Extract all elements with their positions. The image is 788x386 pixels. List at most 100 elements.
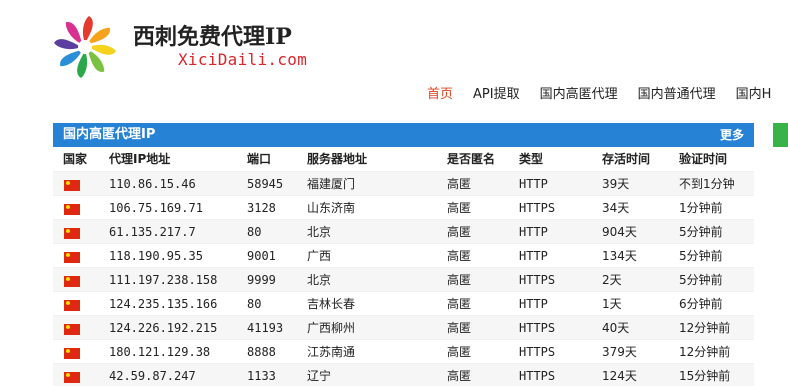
alive-cell: 134天 [602, 249, 637, 263]
anon-cell: 高匿 [447, 297, 472, 311]
site-logo-icon[interactable] [52, 14, 118, 80]
side-panel-edge [773, 123, 788, 147]
anon-cell: 高匿 [447, 273, 472, 287]
country-cell [53, 220, 109, 243]
port-cell: 58945 [247, 177, 284, 191]
ip-cell: 124.235.135.166 [109, 297, 218, 311]
verified-cell: 15分钟前 [679, 369, 731, 383]
alive-cell: 1天 [602, 297, 622, 311]
more-link[interactable]: 更多 [720, 123, 744, 147]
type-cell: HTTPS [519, 345, 556, 359]
ip-cell: 111.197.238.158 [109, 273, 218, 287]
ip-cell: 110.86.15.46 [109, 177, 196, 191]
country-cell [53, 244, 109, 267]
port-cell: 80 [247, 297, 262, 311]
panel-title: 国内高匿代理IP [63, 127, 156, 142]
location-cell: 北京 [307, 273, 332, 287]
site-title: 西刺免费代理IP [133, 24, 292, 50]
table-row: 124.226.192.215 41193 广西柳州 高匿 HTTPS 40天 12分钟前 [53, 315, 754, 339]
verified-cell: 12分钟前 [679, 345, 731, 359]
cn-flag-icon [64, 348, 80, 359]
verified-cell: 1分钟前 [679, 201, 723, 215]
cn-flag-icon [64, 300, 80, 311]
port-cell: 8888 [247, 345, 276, 359]
table-row: 106.75.169.71 3128 山东济南 高匿 HTTPS 34天 1分钟前 [53, 195, 754, 219]
table-row: 180.121.129.38 8888 江苏南通 高匿 HTTPS 379天 12分钟前 [53, 339, 754, 363]
location-cell: 江苏南通 [307, 345, 356, 359]
country-cell [53, 196, 109, 219]
cn-flag-icon [64, 252, 80, 263]
alive-cell: 904天 [602, 225, 637, 239]
type-cell: HTTP [519, 177, 548, 191]
type-cell: HTTP [519, 249, 548, 263]
ip-cell: 124.226.192.215 [109, 321, 218, 335]
anon-cell: 高匿 [447, 225, 472, 239]
location-cell: 广西 [307, 249, 332, 263]
country-cell [53, 340, 109, 363]
col-ip: 代理IP地址 [109, 152, 171, 166]
alive-cell: 34天 [602, 201, 630, 215]
nav-item-high-anon[interactable]: 国内高匿代理 [530, 86, 628, 104]
cn-flag-icon [64, 324, 80, 335]
verified-cell: 12分钟前 [679, 321, 731, 335]
alive-cell: 40天 [602, 321, 630, 335]
cn-flag-icon [64, 180, 80, 191]
panel-header: 国内高匿代理IP 更多 [53, 123, 754, 147]
anon-cell: 高匿 [447, 201, 472, 215]
col-alive: 存活时间 [602, 152, 651, 166]
cn-flag-icon [64, 276, 80, 287]
table-row: 111.197.238.158 9999 北京 高匿 HTTPS 2天 5分钟前 [53, 267, 754, 291]
anon-cell: 高匿 [447, 249, 472, 263]
nav-item-https[interactable]: 国内H [726, 86, 782, 104]
cn-flag-icon [64, 204, 80, 215]
alive-cell: 124天 [602, 369, 637, 383]
col-verified: 验证时间 [679, 152, 728, 166]
country-cell [53, 292, 109, 315]
table-row: 61.135.217.7 80 北京 高匿 HTTP 904天 5分钟前 [53, 219, 754, 243]
anon-cell: 高匿 [447, 345, 472, 359]
location-cell: 吉林长春 [307, 297, 356, 311]
col-type: 类型 [519, 152, 544, 166]
verified-cell: 5分钟前 [679, 225, 723, 239]
country-cell [53, 172, 109, 195]
type-cell: HTTPS [519, 369, 556, 383]
nav-item-normal[interactable]: 国内普通代理 [628, 86, 726, 104]
port-cell: 3128 [247, 201, 276, 215]
col-anon: 是否匿名 [447, 152, 496, 166]
table-header: 国家 代理IP地址 端口 服务器地址 是否匿名 类型 存活时间 验证时间 [53, 147, 754, 171]
type-cell: HTTP [519, 297, 548, 311]
type-cell: HTTP [519, 225, 548, 239]
country-cell [53, 364, 109, 386]
table-row: 118.190.95.35 9001 广西 高匿 HTTP 134天 5分钟前 [53, 243, 754, 267]
verified-cell: 6分钟前 [679, 297, 723, 311]
ip-cell: 106.75.169.71 [109, 201, 203, 215]
nav-item-home[interactable]: 首页 [417, 86, 463, 104]
anon-cell: 高匿 [447, 177, 472, 191]
ip-cell: 42.59.87.247 [109, 369, 196, 383]
col-location: 服务器地址 [307, 152, 368, 166]
location-cell: 辽宁 [307, 369, 332, 383]
port-cell: 9999 [247, 273, 276, 287]
alive-cell: 39天 [602, 177, 630, 191]
ip-cell: 61.135.217.7 [109, 225, 196, 239]
anon-cell: 高匿 [447, 369, 472, 383]
location-cell: 福建厦门 [307, 177, 356, 191]
country-cell [53, 268, 109, 291]
ip-cell: 180.121.129.38 [109, 345, 211, 359]
location-cell: 北京 [307, 225, 332, 239]
verified-cell: 不到1分钟 [679, 177, 735, 191]
port-cell: 41193 [247, 321, 284, 335]
main-nav: 首页 API提取 国内高匿代理 国内普通代理 国内H [417, 86, 781, 104]
cn-flag-icon [64, 372, 80, 383]
alive-cell: 2天 [602, 273, 622, 287]
proxy-panel: 国内高匿代理IP 更多 国家 代理IP地址 端口 服务器地址 是否匿名 类型 存… [53, 123, 754, 386]
type-cell: HTTPS [519, 273, 556, 287]
location-cell: 山东济南 [307, 201, 356, 215]
col-country: 国家 [63, 152, 88, 166]
cn-flag-icon [64, 228, 80, 239]
col-port: 端口 [247, 152, 272, 166]
port-cell: 80 [247, 225, 262, 239]
site-subtitle: XiciDaili.com [178, 50, 308, 69]
nav-item-api[interactable]: API提取 [463, 86, 530, 104]
alive-cell: 379天 [602, 345, 637, 359]
